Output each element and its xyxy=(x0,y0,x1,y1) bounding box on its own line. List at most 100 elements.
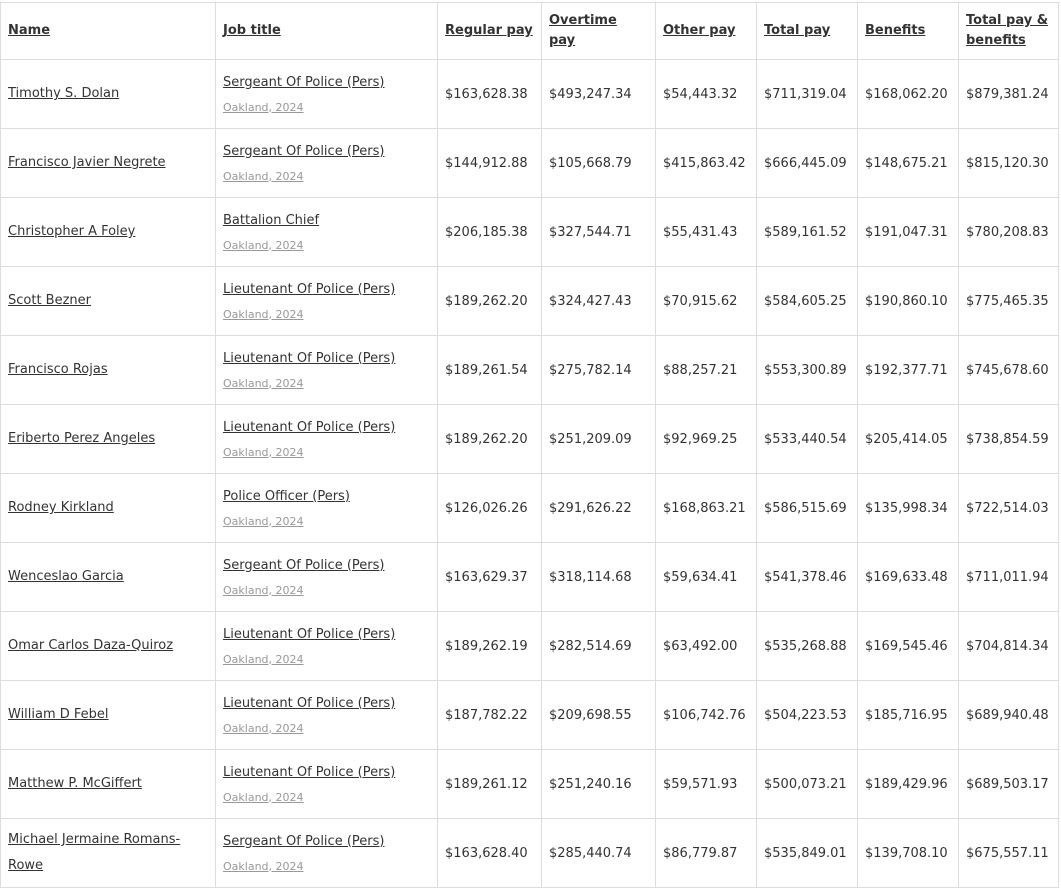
total-pay-benefits-cell: $675,557.11 xyxy=(958,818,1059,888)
job-title-link[interactable]: Sergeant Of Police (Pers) xyxy=(223,833,429,851)
benefits-cell: $192,377.71 xyxy=(857,335,959,405)
other-pay-cell: $415,863.42 xyxy=(655,128,757,198)
benefits-cell: $190,860.10 xyxy=(857,266,959,336)
employee-name-link[interactable]: Christopher A Foley xyxy=(8,224,135,239)
total-pay-cell: $711,319.04 xyxy=(756,59,858,129)
header-row: Name Job title Regular pay Overtime pay … xyxy=(0,2,1059,60)
location-year-link[interactable]: Oakland, 2024 xyxy=(223,791,429,805)
overtime-pay-cell: $493,247.34 xyxy=(541,59,656,129)
total-pay-benefits-cell: $775,465.35 xyxy=(958,266,1059,336)
job-cell: Lieutenant Of Police (Pers) Oakland, 2024 xyxy=(215,335,438,405)
employee-name-link[interactable]: Matthew P. McGiffert xyxy=(8,776,142,791)
other-pay-cell: $88,257.21 xyxy=(655,335,757,405)
other-pay-cell: $59,634.41 xyxy=(655,542,757,612)
job-title-link[interactable]: Lieutenant Of Police (Pers) xyxy=(223,419,429,437)
location-year-link[interactable]: Oakland, 2024 xyxy=(223,101,429,115)
sort-job-title-link[interactable]: Job title xyxy=(223,23,281,38)
location-year-link[interactable]: Oakland, 2024 xyxy=(223,446,429,460)
benefits-cell: $139,708.10 xyxy=(857,818,959,888)
sort-benefits-link[interactable]: Benefits xyxy=(865,23,925,38)
location-year-link[interactable]: Oakland, 2024 xyxy=(223,860,429,874)
location-year-link[interactable]: Oakland, 2024 xyxy=(223,584,429,598)
table-row: Francisco Javier Negrete Sergeant Of Poli… xyxy=(0,128,1059,198)
job-title-link[interactable]: Lieutenant Of Police (Pers) xyxy=(223,281,429,299)
overtime-pay-cell: $282,514.69 xyxy=(541,611,656,681)
sort-regular-pay-link[interactable]: Regular pay xyxy=(445,23,533,38)
col-header-job-title: Job title xyxy=(215,2,438,60)
total-pay-benefits-cell: $689,940.48 xyxy=(958,680,1059,750)
employee-name-link[interactable]: Francisco Javier Negrete xyxy=(8,155,166,170)
overtime-pay-cell: $209,698.55 xyxy=(541,680,656,750)
col-header-regular-pay: Regular pay xyxy=(437,2,542,60)
sort-other-pay-link[interactable]: Other pay xyxy=(663,23,735,38)
overtime-pay-cell: $251,209.09 xyxy=(541,404,656,474)
col-header-total-pay-benefits: Total pay & benefits xyxy=(958,2,1059,60)
location-year-link[interactable]: Oakland, 2024 xyxy=(223,515,429,529)
name-cell: Matthew P. McGiffert xyxy=(0,749,216,819)
employee-name-link[interactable]: Francisco Rojas xyxy=(8,362,108,377)
name-cell: Timothy S. Dolan xyxy=(0,59,216,129)
location-year-link[interactable]: Oakland, 2024 xyxy=(223,722,429,736)
job-cell: Lieutenant Of Police (Pers) Oakland, 2024 xyxy=(215,611,438,681)
job-title-link[interactable]: Police Officer (Pers) xyxy=(223,488,429,506)
employee-name-link[interactable]: Rodney Kirkland xyxy=(8,500,114,515)
total-pay-benefits-cell: $711,011.94 xyxy=(958,542,1059,612)
employee-name-link[interactable]: Omar Carlos Daza-Quiroz xyxy=(8,638,173,653)
job-cell: Sergeant Of Police (Pers) Oakland, 2024 xyxy=(215,59,438,129)
other-pay-cell: $55,431.43 xyxy=(655,197,757,267)
employee-name-link[interactable]: William D Febel xyxy=(8,707,109,722)
benefits-cell: $185,716.95 xyxy=(857,680,959,750)
job-cell: Lieutenant Of Police (Pers) Oakland, 2024 xyxy=(215,749,438,819)
table-row: Omar Carlos Daza-Quiroz Lieutenant Of Pol… xyxy=(0,611,1059,681)
job-title-link[interactable]: Lieutenant Of Police (Pers) xyxy=(223,626,429,644)
overtime-pay-cell: $275,782.14 xyxy=(541,335,656,405)
overtime-pay-cell: $291,626.22 xyxy=(541,473,656,543)
table-row: Francisco Rojas Lieutenant Of Police (Per… xyxy=(0,335,1059,405)
location-year-link[interactable]: Oakland, 2024 xyxy=(223,170,429,184)
regular-pay-cell: $163,628.38 xyxy=(437,59,542,129)
employee-name-link[interactable]: Timothy S. Dolan xyxy=(8,86,119,101)
job-cell: Lieutenant Of Police (Pers) Oakland, 2024 xyxy=(215,266,438,336)
table-row: Rodney Kirkland Police Officer (Pers) Oakl… xyxy=(0,473,1059,543)
overtime-pay-cell: $318,114.68 xyxy=(541,542,656,612)
benefits-cell: $191,047.31 xyxy=(857,197,959,267)
job-title-link[interactable]: Lieutenant Of Police (Pers) xyxy=(223,764,429,782)
job-title-link[interactable]: Sergeant Of Police (Pers) xyxy=(223,143,429,161)
sort-overtime-pay-link[interactable]: Overtime pay xyxy=(549,13,617,48)
sort-total-pay-link[interactable]: Total pay xyxy=(764,23,830,38)
location-year-link[interactable]: Oakland, 2024 xyxy=(223,377,429,391)
name-cell: Scott Bezner xyxy=(0,266,216,336)
sort-total-pay-benefits-link[interactable]: Total pay & benefits xyxy=(966,13,1048,48)
location-year-link[interactable]: Oakland, 2024 xyxy=(223,653,429,667)
job-cell: Lieutenant Of Police (Pers) Oakland, 2024 xyxy=(215,404,438,474)
location-year-link[interactable]: Oakland, 2024 xyxy=(223,308,429,322)
employee-name-link[interactable]: Eriberto Perez Angeles xyxy=(8,431,155,446)
name-cell: Francisco Javier Negrete xyxy=(0,128,216,198)
total-pay-cell: $589,161.52 xyxy=(756,197,858,267)
overtime-pay-cell: $327,544.71 xyxy=(541,197,656,267)
name-cell: Michael Jermaine Romans-Rowe xyxy=(0,818,216,888)
job-title-link[interactable]: Sergeant Of Police (Pers) xyxy=(223,557,429,575)
regular-pay-cell: $206,185.38 xyxy=(437,197,542,267)
location-year-link[interactable]: Oakland, 2024 xyxy=(223,239,429,253)
table-row: William D Febel Lieutenant Of Police (Per… xyxy=(0,680,1059,750)
table-row: Eriberto Perez Angeles Lieutenant Of Poli… xyxy=(0,404,1059,474)
job-cell: Lieutenant Of Police (Pers) Oakland, 2024 xyxy=(215,680,438,750)
job-title-link[interactable]: Lieutenant Of Police (Pers) xyxy=(223,695,429,713)
job-title-link[interactable]: Battalion Chief xyxy=(223,212,429,230)
employee-name-link[interactable]: Wenceslao Garcia xyxy=(8,569,124,584)
employee-name-link[interactable]: Michael Jermaine Romans-Rowe xyxy=(8,832,180,873)
benefits-cell: $205,414.05 xyxy=(857,404,959,474)
benefits-cell: $169,633.48 xyxy=(857,542,959,612)
sort-name-link[interactable]: Name xyxy=(8,23,50,38)
job-title-link[interactable]: Sergeant Of Police (Pers) xyxy=(223,74,429,92)
total-pay-cell: $535,268.88 xyxy=(756,611,858,681)
total-pay-cell: $504,223.53 xyxy=(756,680,858,750)
job-title-link[interactable]: Lieutenant Of Police (Pers) xyxy=(223,350,429,368)
employee-name-link[interactable]: Scott Bezner xyxy=(8,293,91,308)
benefits-cell: $148,675.21 xyxy=(857,128,959,198)
other-pay-cell: $92,969.25 xyxy=(655,404,757,474)
total-pay-benefits-cell: $879,381.24 xyxy=(958,59,1059,129)
total-pay-benefits-cell: $780,208.83 xyxy=(958,197,1059,267)
other-pay-cell: $63,492.00 xyxy=(655,611,757,681)
